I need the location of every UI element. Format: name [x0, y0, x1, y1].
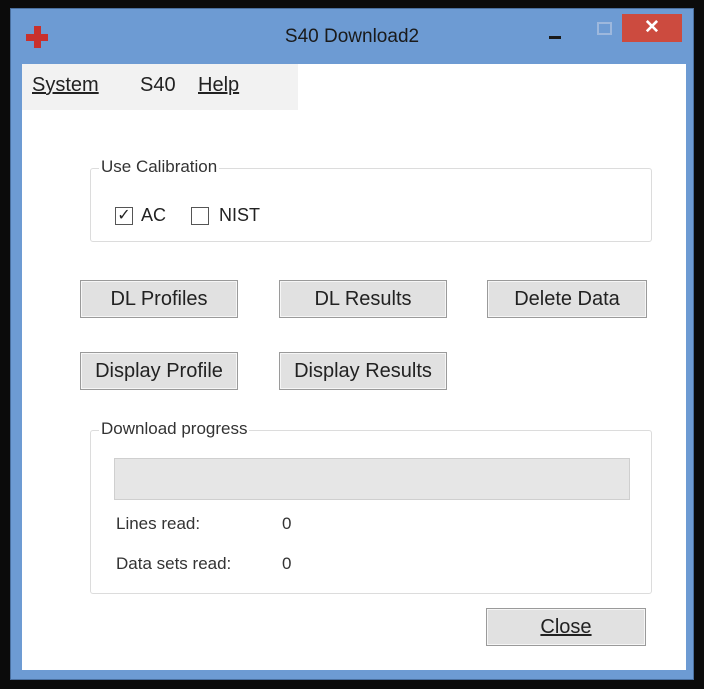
- nist-label: NIST: [219, 205, 261, 225]
- dl-profiles-button[interactable]: DL Profiles: [80, 280, 238, 318]
- minimize-button[interactable]: [538, 14, 572, 42]
- nist-checkbox[interactable]: [191, 207, 209, 225]
- download-progress-bar: [114, 458, 630, 500]
- menu-s40-label: S40: [140, 74, 176, 96]
- window-close-button[interactable]: ✕: [622, 14, 682, 42]
- data-sets-read-value: 0: [282, 554, 292, 573]
- data-sets-read-label: Data sets read:: [116, 554, 232, 573]
- menu-help-label: Help: [198, 74, 240, 96]
- delete-data-button[interactable]: Delete Data: [487, 280, 647, 318]
- menu-bar: System S40 Help: [22, 64, 298, 110]
- download-progress-label: Download progress: [99, 419, 250, 439]
- calibration-group-label: Use Calibration: [99, 157, 220, 177]
- menu-help[interactable]: Help: [198, 74, 239, 97]
- lines-read-label: Lines read:: [116, 514, 201, 533]
- close-button[interactable]: Close: [486, 608, 646, 646]
- lines-read-value: 0: [282, 514, 292, 533]
- ac-label: AC: [141, 205, 167, 225]
- calibration-group: Use Calibration ✓ AC NIST: [90, 157, 652, 242]
- display-results-button[interactable]: Display Results: [279, 352, 447, 390]
- menu-s40[interactable]: S40: [140, 74, 176, 97]
- dl-results-button[interactable]: DL Results: [279, 280, 447, 318]
- menu-system[interactable]: System: [32, 74, 99, 97]
- close-button-label: Close: [540, 616, 592, 638]
- maximize-button[interactable]: [586, 14, 620, 42]
- title-bar[interactable]: S40 Download2 ✕: [10, 8, 694, 62]
- ac-checkbox[interactable]: ✓: [115, 207, 133, 225]
- app-window: S40 Download2 ✕ System S40 Help Use Cali…: [10, 8, 694, 680]
- display-profile-button[interactable]: Display Profile: [80, 352, 238, 390]
- client-area: System S40 Help Use Calibration ✓ AC NIS…: [22, 64, 686, 670]
- menu-system-label: System: [32, 74, 99, 96]
